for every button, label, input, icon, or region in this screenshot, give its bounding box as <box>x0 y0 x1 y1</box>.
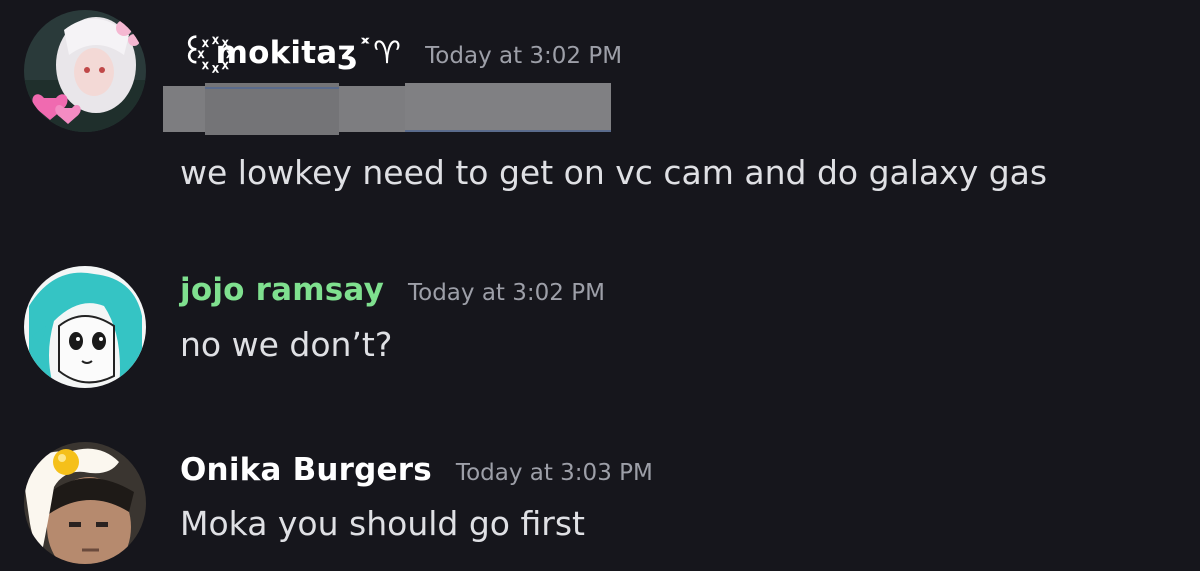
timestamp: Today at 3:02 PM <box>425 43 623 69</box>
anime-girl-sketch-avatar-icon <box>24 266 146 388</box>
message-text: Moka you should go first <box>180 504 585 543</box>
username[interactable]: jojo ramsay <box>180 272 384 308</box>
user-avatar[interactable] <box>24 442 146 564</box>
chat-message: ꒰ ꙰mokitaʒ˟♈ Today at 3:02 PM we lowkey … <box>0 0 1200 215</box>
username[interactable]: Onika Burgers <box>180 452 432 488</box>
timestamp: Today at 3:02 PM <box>407 280 605 306</box>
message-text: we lowkey need to get on vc cam and do g… <box>180 153 1048 192</box>
message-text: no we don’t? <box>180 325 393 364</box>
anime-girl-avatar-icon <box>24 10 146 132</box>
username[interactable]: ꒰ ꙰mokitaʒ˟♈ <box>180 30 401 73</box>
chat-message: jojo ramsay Today at 3:02 PM no we don’t… <box>0 255 1200 405</box>
user-avatar[interactable] <box>24 10 146 132</box>
user-avatar[interactable] <box>24 266 146 388</box>
egg-on-head-avatar-icon <box>24 442 146 564</box>
redacted-text-block <box>163 83 611 135</box>
timestamp: Today at 3:03 PM <box>455 460 653 486</box>
chat-message: Onika Burgers Today at 3:03 PM Moka you … <box>0 435 1200 571</box>
